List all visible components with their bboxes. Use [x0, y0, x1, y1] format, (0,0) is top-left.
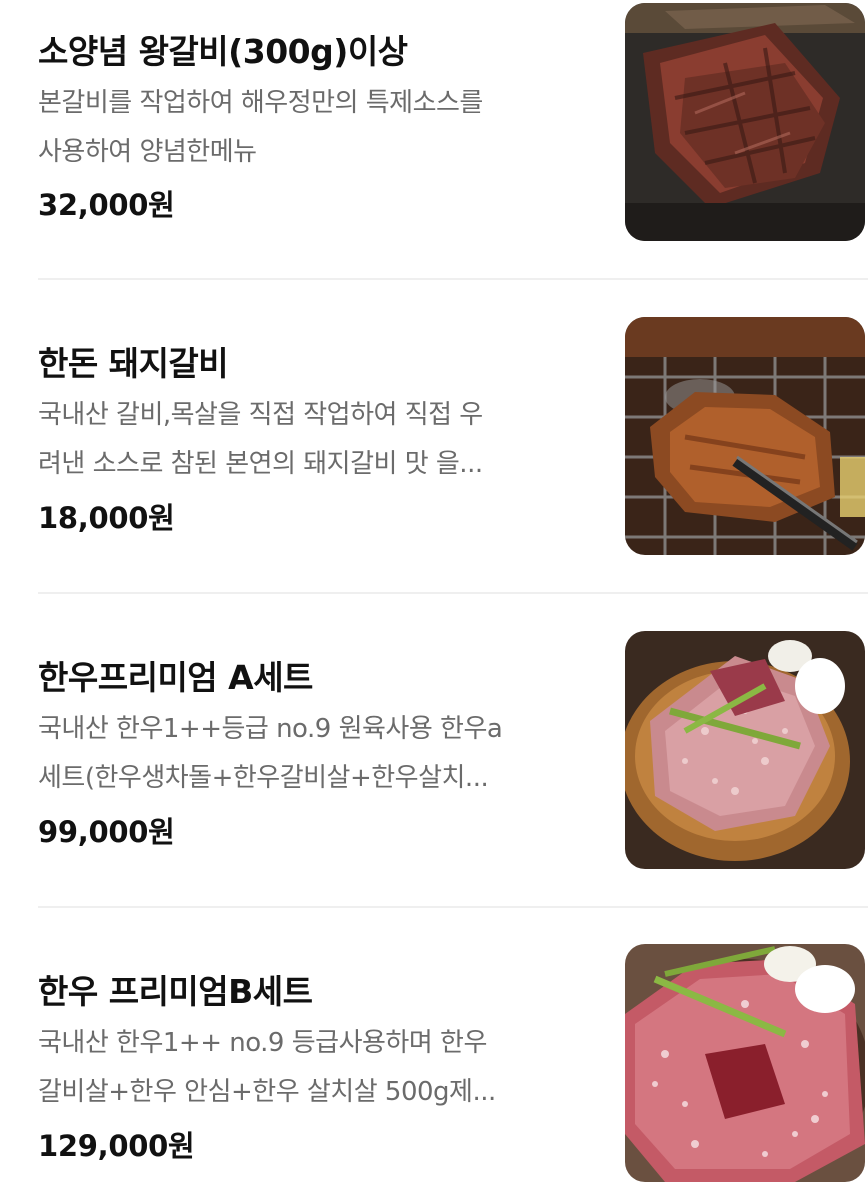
menu-item-photo[interactable] — [625, 317, 865, 555]
menu-item-description: 국내산 한우1++등급 no.9 원육사용 한우a 세트(한우생차돌+한우갈비살… — [38, 705, 598, 803]
menu-item-name: 한돈 돼지갈비 — [38, 344, 229, 383]
menu-list: 소양념 왕갈비(300g)이상 본갈비를 작업하여 해우정만의 특제소스를 사용… — [0, 0, 868, 1196]
menu-item-description-line: 국내산 한우1++ no.9 등급사용하며 한우 — [38, 1028, 487, 1058]
menu-item-description-line: 국내산 한우1++등급 no.9 원육사용 한우a — [38, 714, 503, 744]
menu-item-name: 한우 프리미엄B세트 — [38, 972, 313, 1011]
menu-item[interactable]: 한우 프리미엄B세트 국내산 한우1++ no.9 등급사용하며 한우 갈비살+… — [0, 908, 868, 1196]
menu-item-photo[interactable] — [625, 3, 865, 241]
menu-item[interactable]: 소양념 왕갈비(300g)이상 본갈비를 작업하여 해우정만의 특제소스를 사용… — [0, 0, 868, 278]
menu-item[interactable]: 한우프리미엄 A세트 국내산 한우1++등급 no.9 원육사용 한우a 세트(… — [0, 594, 868, 906]
menu-item-description-line: 국내산 갈비,목살을 직접 작업하여 직접 우 — [38, 400, 483, 430]
menu-item-description-line: 사용하여 양념한메뉴 — [38, 137, 257, 167]
menu-item-name: 소양념 왕갈비(300g)이상 — [38, 32, 408, 71]
menu-item-photo[interactable] — [625, 631, 865, 869]
menu-item-photo[interactable] — [625, 944, 865, 1182]
menu-item-description: 국내산 갈비,목살을 직접 작업하여 직접 우 려낸 소스로 참된 본연의 돼지… — [38, 391, 598, 489]
menu-item-description-line: 세트(한우생차돌+한우갈비살+한우살치... — [38, 763, 489, 793]
menu-item-description-line: 갈비살+한우 안심+한우 살치살 500g제... — [38, 1077, 496, 1107]
menu-item-price: 32,000원 — [38, 188, 175, 222]
menu-item-price: 129,000원 — [38, 1129, 195, 1163]
menu-item-price: 99,000원 — [38, 815, 175, 849]
menu-item[interactable]: 한돈 돼지갈비 국내산 갈비,목살을 직접 작업하여 직접 우 려낸 소스로 참… — [0, 280, 868, 592]
menu-item-price: 18,000원 — [38, 501, 175, 535]
menu-item-description: 국내산 한우1++ no.9 등급사용하며 한우 갈비살+한우 안심+한우 살치… — [38, 1019, 598, 1117]
menu-item-description: 본갈비를 작업하여 해우정만의 특제소스를 사용하여 양념한메뉴 — [38, 79, 598, 177]
menu-item-name: 한우프리미엄 A세트 — [38, 658, 313, 697]
menu-item-description-line: 본갈비를 작업하여 해우정만의 특제소스를 — [38, 88, 483, 118]
menu-item-description-line: 려낸 소스로 참된 본연의 돼지갈비 맛 을... — [38, 449, 483, 479]
